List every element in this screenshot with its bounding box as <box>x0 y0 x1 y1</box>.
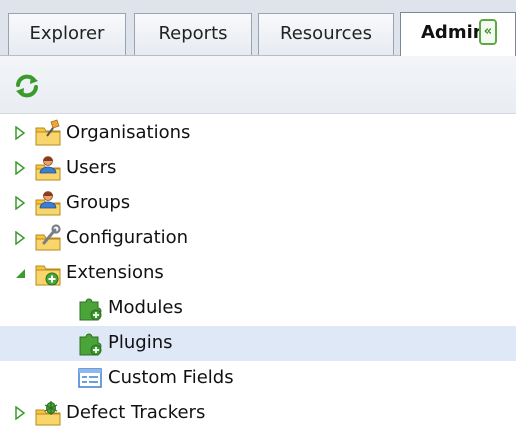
tab-resources[interactable]: Resources <box>258 13 394 55</box>
expand-arrow-icon[interactable] <box>14 231 26 245</box>
tree-node-modules[interactable]: Modules <box>0 291 516 326</box>
tree-label: Modules <box>108 297 183 318</box>
tree-label: Custom Fields <box>108 367 234 388</box>
tree-label: Configuration <box>66 227 189 248</box>
tree-node-users[interactable]: Users <box>0 151 516 186</box>
folder-group-icon <box>35 191 61 216</box>
tree-label: Defect Trackers <box>66 402 206 423</box>
tree-node-plugins[interactable]: Plugins <box>0 326 516 361</box>
refresh-button[interactable] <box>14 73 40 99</box>
tree-node-groups[interactable]: Groups <box>0 186 516 221</box>
expand-arrow-icon[interactable] <box>14 196 26 210</box>
tree-label: Plugins <box>108 332 173 353</box>
admin-panel: Explorer Reports Resources Admin « Organ… <box>0 0 516 445</box>
tab-admin-label: Admin <box>421 22 486 43</box>
folder-user-icon <box>35 156 61 181</box>
collapse-arrow-icon[interactable] <box>14 266 26 280</box>
tree-label: Groups <box>66 192 131 213</box>
puzzle-icon <box>79 298 102 321</box>
tree-node-configuration[interactable]: Configuration <box>0 221 516 256</box>
tree-label: Organisations <box>66 122 191 143</box>
folder-add-icon <box>35 265 61 286</box>
collapse-panel-button[interactable]: « <box>479 19 497 45</box>
tree-node-extensions[interactable]: Extensions <box>0 256 516 291</box>
expand-arrow-icon[interactable] <box>14 161 26 175</box>
form-fields-icon <box>78 368 102 388</box>
tab-strip: Explorer Reports Resources Admin « <box>0 0 516 56</box>
expand-arrow-icon[interactable] <box>14 126 26 140</box>
toolbar <box>0 56 516 114</box>
folder-edit-icon <box>35 119 61 146</box>
expand-arrow-icon[interactable] <box>14 406 26 420</box>
tab-explorer[interactable]: Explorer <box>8 13 126 55</box>
refresh-icon <box>16 74 38 98</box>
tab-admin[interactable]: Admin <box>400 12 516 56</box>
folder-bug-icon <box>35 401 61 426</box>
tree-label: Extensions <box>66 262 164 283</box>
tree-node-defect-trackers[interactable]: Defect Trackers <box>0 396 516 431</box>
tree-node-custom-fields[interactable]: Custom Fields <box>0 361 516 396</box>
tab-reports[interactable]: Reports <box>134 13 252 55</box>
puzzle-icon <box>79 333 102 356</box>
tree-label: Users <box>66 157 117 178</box>
tree-node-organisations[interactable]: Organisations <box>0 116 516 151</box>
folder-wrench-icon <box>35 224 61 251</box>
